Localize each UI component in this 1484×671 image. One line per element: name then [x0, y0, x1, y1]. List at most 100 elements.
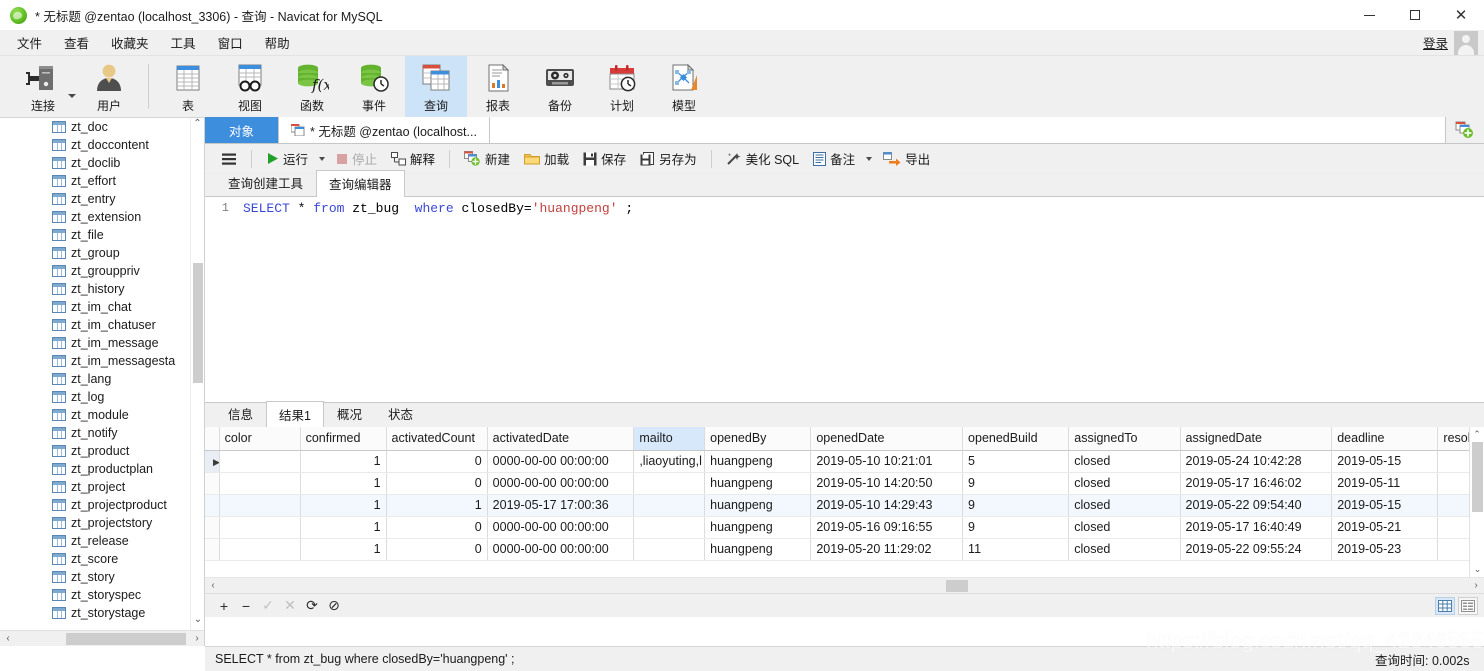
- column-header-assignedDate[interactable]: assignedDate: [1180, 427, 1333, 451]
- sidebar-item-zt_entry[interactable]: zt_entry: [52, 190, 204, 208]
- cell-color[interactable]: [219, 472, 301, 495]
- row-selector[interactable]: [205, 472, 220, 495]
- toolbar-function[interactable]: f(x) 函数: [281, 56, 343, 117]
- sidebar-item-zt_doclib[interactable]: zt_doclib: [52, 154, 204, 172]
- row-selector[interactable]: ▶: [205, 450, 220, 473]
- column-header-assignedTo[interactable]: assignedTo: [1068, 427, 1181, 451]
- toolbar-report[interactable]: 报表: [467, 56, 529, 117]
- cell-mailto[interactable]: ,liaoyuting,l: [633, 450, 706, 473]
- avatar[interactable]: [1454, 30, 1478, 55]
- cell-color[interactable]: [219, 494, 301, 517]
- grid-horizontal-scrollbar[interactable]: ‹ ›: [205, 577, 1484, 593]
- sidebar-vertical-scrollbar[interactable]: ⌃ ⌄: [190, 118, 204, 630]
- sidebar-item-zt_notify[interactable]: zt_notify: [52, 424, 204, 442]
- remark-dropdown-caret-icon[interactable]: [866, 156, 873, 161]
- cell-activatedCount[interactable]: 0: [386, 472, 488, 495]
- cell-mailto[interactable]: [633, 472, 706, 495]
- cell-deadline[interactable]: 2019-05-15: [1331, 450, 1439, 473]
- cell-openedBy[interactable]: huangpeng: [704, 472, 812, 495]
- table-row[interactable]: 1 0 0000-00-00 00:00:00 huangpeng 2019-0…: [205, 472, 1484, 495]
- column-header-color[interactable]: color: [219, 427, 301, 451]
- refresh-icon[interactable]: ⟳: [303, 597, 321, 615]
- stop-button[interactable]: 停止: [330, 146, 383, 171]
- cell-assignedTo[interactable]: closed: [1068, 494, 1181, 517]
- login-link[interactable]: 登录: [1423, 33, 1448, 52]
- cell-openedBuild[interactable]: 9: [962, 494, 1070, 517]
- column-header-deadline[interactable]: deadline: [1331, 427, 1439, 451]
- tab-status[interactable]: 状态: [375, 400, 426, 427]
- sidebar-item-zt_score[interactable]: zt_score: [52, 550, 204, 568]
- scroll-left-icon[interactable]: ‹: [205, 580, 221, 591]
- sidebar-item-zt_history[interactable]: zt_history: [52, 280, 204, 298]
- table-row[interactable]: 1 0 0000-00-00 00:00:00 huangpeng 2019-0…: [205, 516, 1484, 539]
- sidebar-item-zt_projectstory[interactable]: zt_projectstory: [52, 514, 204, 532]
- cell-activatedCount[interactable]: 0: [386, 450, 488, 473]
- cell-color[interactable]: [219, 450, 301, 473]
- sidebar-item-zt_doccontent[interactable]: zt_doccontent: [52, 136, 204, 154]
- tab-query[interactable]: * 无标题 @zentao (localhost...: [279, 117, 490, 143]
- cell-assignedDate[interactable]: 2019-05-17 16:46:02: [1180, 472, 1333, 495]
- sidebar-item-zt_im_chatuser[interactable]: zt_im_chatuser: [52, 316, 204, 334]
- cell-activatedCount[interactable]: 0: [386, 516, 488, 539]
- new-query-tab-button[interactable]: [1446, 117, 1484, 143]
- cell-assignedDate[interactable]: 2019-05-22 09:55:24: [1180, 538, 1333, 561]
- toolbar-view[interactable]: 视图: [219, 56, 281, 117]
- cell-activatedDate[interactable]: 0000-00-00 00:00:00: [487, 516, 635, 539]
- beautify-sql-button[interactable]: 美化 SQL: [720, 146, 806, 171]
- cell-activatedDate[interactable]: 0000-00-00 00:00:00: [487, 472, 635, 495]
- cell-openedBy[interactable]: huangpeng: [704, 516, 812, 539]
- save-as-button[interactable]: 另存为: [634, 146, 703, 171]
- grid-view-button[interactable]: [1435, 596, 1455, 615]
- sidebar-item-zt_grouppriv[interactable]: zt_grouppriv: [52, 262, 204, 280]
- apply-changes-icon[interactable]: ✓: [259, 597, 277, 615]
- cell-mailto[interactable]: [633, 516, 706, 539]
- cell-mailto[interactable]: [633, 538, 706, 561]
- scroll-right-icon[interactable]: ›: [1468, 580, 1484, 591]
- scrollbar-thumb[interactable]: [946, 579, 968, 592]
- menu-favorites[interactable]: 收藏夹: [100, 30, 160, 55]
- export-button[interactable]: 导出: [877, 146, 936, 171]
- cell-openedDate[interactable]: 2019-05-20 11:29:02: [810, 538, 964, 561]
- sidebar-item-zt_effort[interactable]: zt_effort: [52, 172, 204, 190]
- cell-color[interactable]: [219, 516, 301, 539]
- cell-assignedDate[interactable]: 2019-05-24 10:42:28: [1180, 450, 1333, 473]
- sidebar-item-zt_story[interactable]: zt_story: [52, 568, 204, 586]
- cell-openedDate[interactable]: 2019-05-10 14:29:43: [810, 494, 964, 517]
- toolbar-backup[interactable]: 备份: [529, 56, 591, 117]
- cell-openedBy[interactable]: huangpeng: [704, 494, 812, 517]
- cell-confirmed[interactable]: 1: [300, 494, 387, 517]
- cell-deadline[interactable]: 2019-05-11: [1331, 472, 1439, 495]
- table-row[interactable]: 1 1 2019-05-17 17:00:36 huangpeng 2019-0…: [205, 494, 1484, 517]
- menu-view[interactable]: 查看: [53, 30, 100, 55]
- menu-tools[interactable]: 工具: [160, 30, 207, 55]
- load-button[interactable]: 加载: [518, 146, 575, 171]
- toolbar-model[interactable]: 模型: [653, 56, 715, 117]
- sidebar-item-zt_im_message[interactable]: zt_im_message: [52, 334, 204, 352]
- sidebar-item-zt_projectproduct[interactable]: zt_projectproduct: [52, 496, 204, 514]
- scrollbar-track[interactable]: [16, 631, 189, 647]
- cell-color[interactable]: [219, 538, 301, 561]
- menu-help[interactable]: 帮助: [254, 30, 301, 55]
- cell-confirmed[interactable]: 1: [300, 472, 387, 495]
- column-header-openedDate[interactable]: openedDate: [810, 427, 964, 451]
- scrollbar-track[interactable]: [221, 578, 1468, 594]
- sidebar-item-zt_im_chat[interactable]: zt_im_chat: [52, 298, 204, 316]
- cell-openedBuild[interactable]: 9: [962, 472, 1070, 495]
- menu-window[interactable]: 窗口: [207, 30, 254, 55]
- scrollbar-thumb[interactable]: [193, 263, 203, 383]
- sql-code-area[interactable]: SELECT * from zt_bug where closedBy='hua…: [235, 197, 1484, 402]
- row-selector[interactable]: [205, 516, 220, 539]
- form-view-button[interactable]: [1458, 596, 1478, 615]
- column-header-mailto[interactable]: mailto: [633, 427, 706, 451]
- scroll-down-icon[interactable]: ⌄: [191, 614, 204, 630]
- cell-assignedDate[interactable]: 2019-05-22 09:54:40: [1180, 494, 1333, 517]
- sidebar-item-zt_module[interactable]: zt_module: [52, 406, 204, 424]
- sidebar-item-zt_im_messagesta[interactable]: zt_im_messagesta: [52, 352, 204, 370]
- scrollbar-thumb[interactable]: [66, 632, 186, 645]
- grid-vertical-scrollbar[interactable]: ⌃ ⌄: [1469, 427, 1484, 577]
- scroll-up-icon[interactable]: ⌃: [191, 118, 204, 134]
- toolbar-connection[interactable]: 连接: [12, 56, 74, 117]
- remark-button[interactable]: 备注: [807, 146, 861, 171]
- cell-activatedCount[interactable]: 1: [386, 494, 488, 517]
- tab-result1[interactable]: 结果1: [266, 401, 324, 428]
